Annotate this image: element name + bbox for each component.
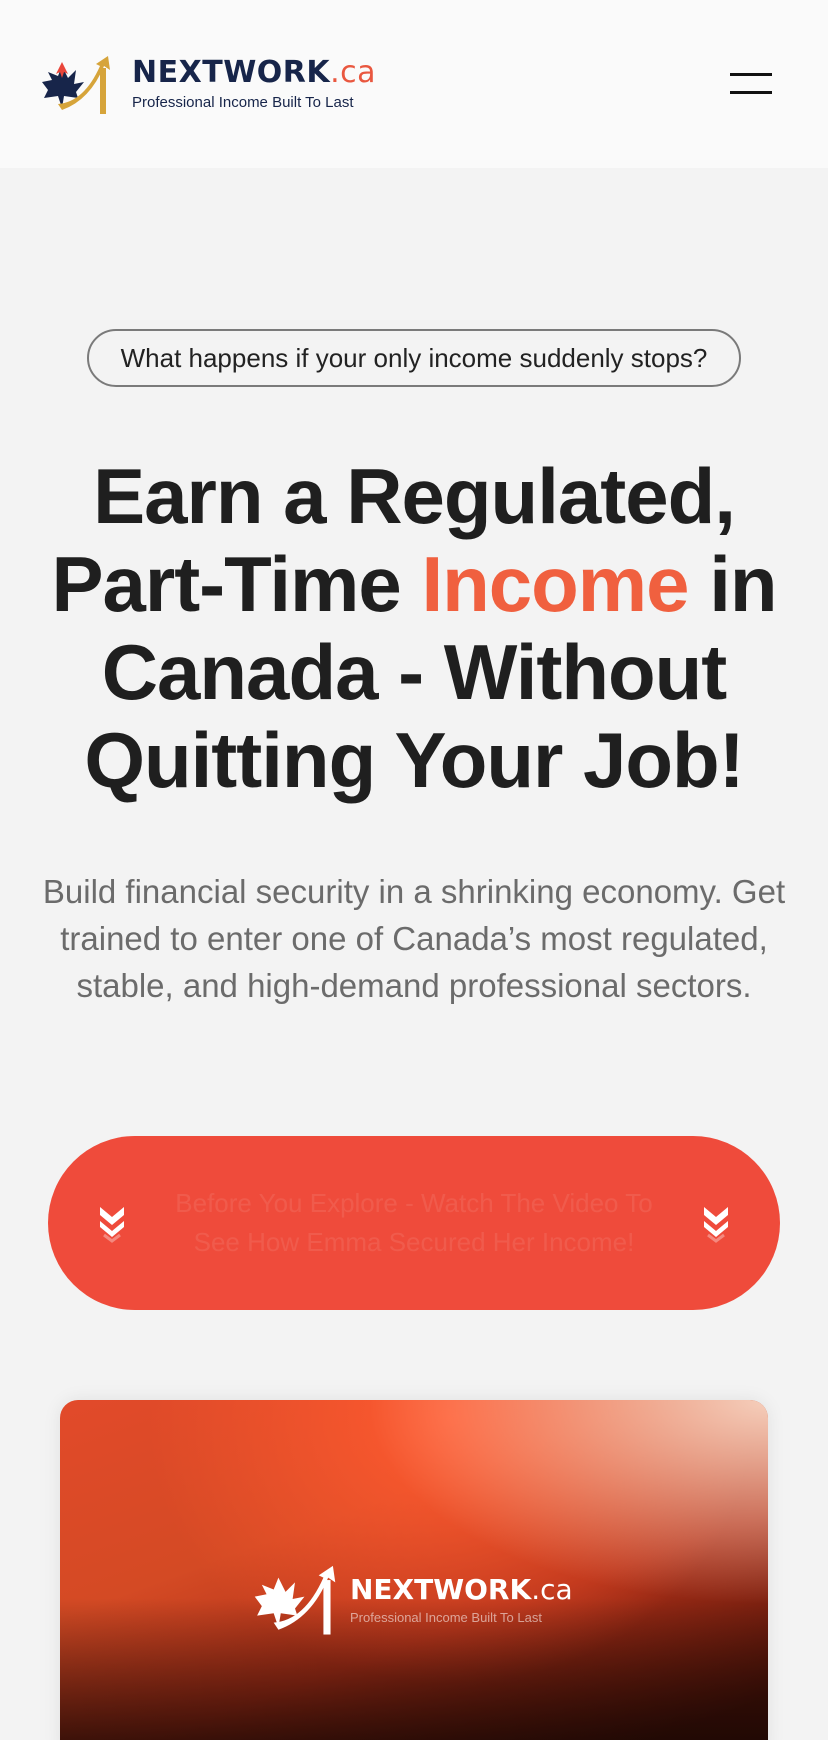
- brand-tagline: Professional Income Built To Last: [132, 93, 354, 111]
- video-brand-tagline: Professional Income Built To Last: [350, 1610, 542, 1625]
- chevron-down-double-icon: [704, 1207, 728, 1243]
- headline-line-2-end: in: [688, 540, 777, 628]
- headline-line-1: Earn a Regulated,: [93, 452, 736, 540]
- video-brand-name: NEXTWORK.ca: [350, 1573, 573, 1606]
- maple-leaf-arrow-icon: [254, 1565, 336, 1635]
- site-header: NEXTWORK.ca Professional Income Built To…: [0, 0, 828, 168]
- video-brand-logo: NEXTWORK.ca Professional Income Built To…: [250, 1560, 573, 1638]
- video-brand-name-text: NEXTWORK: [350, 1573, 532, 1606]
- brand-tld: .ca: [330, 54, 377, 90]
- headline-line-3: Canada - Without: [101, 628, 728, 716]
- headline-accent-word: Income: [421, 540, 689, 628]
- hero-headline: Earn a Regulated, Part-Time Income in Ca…: [40, 452, 788, 804]
- headline-line-2-start: Part-Time: [51, 540, 422, 628]
- headline-line-4: Quitting Your Job!: [84, 716, 744, 804]
- watch-video-button[interactable]: Before You Explore - Watch The Video To …: [48, 1136, 780, 1310]
- maple-leaf-arrow-icon: [42, 56, 110, 114]
- brand-name-text: NEXTWORK: [132, 54, 331, 90]
- question-pill: What happens if your only income suddenl…: [87, 329, 741, 387]
- hero-subtext: Build financial security in a shrinking …: [42, 873, 786, 1004]
- hamburger-menu-icon[interactable]: [730, 69, 772, 99]
- brand-name: NEXTWORK.ca: [132, 54, 377, 90]
- cta-label: Before You Explore - Watch The Video To …: [175, 1188, 653, 1257]
- chevron-down-double-icon: [100, 1207, 124, 1243]
- video-brand-tld: .ca: [531, 1573, 573, 1606]
- video-player[interactable]: NEXTWORK.ca Professional Income Built To…: [60, 1400, 768, 1740]
- brand-logo[interactable]: NEXTWORK.ca Professional Income Built To…: [38, 52, 376, 116]
